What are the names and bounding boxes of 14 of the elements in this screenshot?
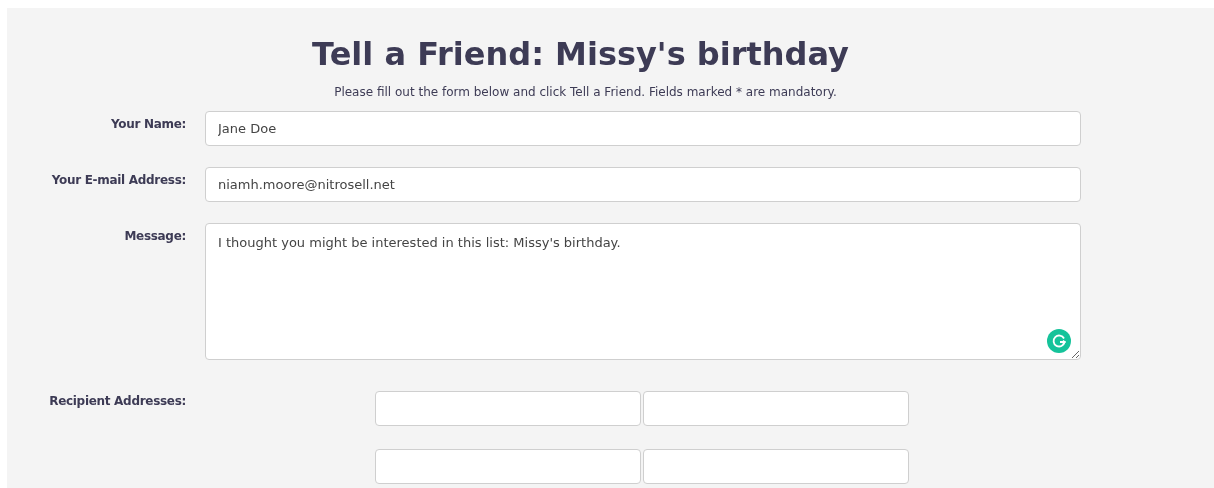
field-label: Message: <box>123 228 187 246</box>
message-field[interactable]: I thought you might be interested in this list: Missy's birthday. <box>205 223 1081 361</box>
field-label: Recipient Addresses: <box>48 393 187 411</box>
recipient-address-field[interactable] <box>375 391 641 427</box>
recipient-address-field[interactable] <box>375 449 641 485</box>
input-field[interactable]: Jane Doe <box>205 111 1081 147</box>
field-label: Your E-mail Address: <box>50 172 187 190</box>
recipient-address-field[interactable] <box>643 449 909 485</box>
grammar-assistant-icon[interactable] <box>1047 329 1071 354</box>
page-title: Tell a Friend: Missy's birthday <box>311 35 850 74</box>
recipient-address-field[interactable] <box>643 391 909 427</box>
input-field[interactable]: niamh.moore@nitrosell.net <box>205 167 1081 203</box>
field-label: Your Name: <box>109 116 187 134</box>
form-instructions: Please fill out the form below and click Tell a Friend. Fields marked * are mandatory. <box>333 84 838 102</box>
